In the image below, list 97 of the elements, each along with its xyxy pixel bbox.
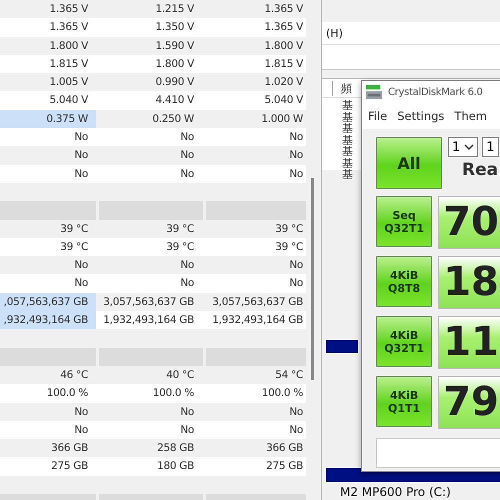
- table-cell-text: No: [179, 130, 195, 146]
- column-header: Rea: [461, 160, 499, 180]
- menu-item[interactable]: File: [368, 109, 388, 123]
- list-item[interactable]: 基: [342, 100, 353, 112]
- result-value: 79: [438, 376, 500, 429]
- table-cell-text: No: [73, 148, 89, 164]
- table-cell-text: 1,932,493,164 GB: [211, 313, 304, 328]
- table-cell-text: 39 °C: [165, 222, 195, 237]
- table-cell-text: No: [179, 276, 195, 292]
- table-cell-text: No: [73, 276, 89, 292]
- table-cell-text: 39 °C: [274, 240, 304, 255]
- table-cell-text: 275 GB: [265, 459, 304, 474]
- table-cell-text: 39 °C: [165, 240, 195, 255]
- test-button[interactable]: 4KiB Q8T8: [376, 256, 432, 307]
- table-cell-text: 3,057,563,637 GB: [211, 294, 304, 310]
- table-cell-text: 4.410 V: [154, 93, 195, 108]
- table-cell-text: No: [179, 148, 195, 164]
- table-cell-text: No: [73, 422, 89, 438]
- table-cell-text: No: [179, 258, 195, 274]
- disk-icon: [365, 84, 383, 100]
- list-item[interactable]: 基: [342, 112, 353, 123]
- table-cell-text: 100.0 %: [152, 386, 195, 402]
- table-cell: 0.375 W: [0, 110, 96, 128]
- table-cell-text: 54 °C: [274, 368, 304, 383]
- table-cell-text: 1.365 V: [48, 2, 89, 17]
- table-cell-text: 5.040 V: [48, 93, 89, 108]
- table-cell-text: 1.365 V: [264, 20, 304, 36]
- column-header[interactable]: 頻: [332, 80, 352, 96]
- table-cell-text: 1.365 V: [48, 20, 89, 36]
- test-button[interactable]: Seq Q32T1: [376, 196, 432, 247]
- table-cell-text: 1.020 V: [264, 75, 304, 90]
- table-cell-text: 275 GB: [50, 459, 89, 474]
- table-cell-text: 1.800 V: [264, 38, 304, 54]
- table-cell: ,057,563,637 GB: [0, 292, 96, 312]
- menu-item[interactable]: Them: [454, 109, 488, 123]
- table-cell-text: No: [288, 130, 304, 146]
- table-cell-text: No: [73, 166, 89, 182]
- table-cell-text: 366 GB: [265, 441, 304, 456]
- list-item[interactable]: 基: [342, 158, 353, 169]
- window-title: CrystalDiskMark 6.0: [388, 86, 483, 98]
- list-item[interactable]: 基: [342, 146, 353, 158]
- menu-item[interactable]: Settings: [397, 109, 444, 123]
- dropdown[interactable]: 1: [482, 137, 499, 157]
- table-cell-text: 1.815 V: [48, 56, 89, 72]
- table-cell-text: 5.040 V: [264, 93, 304, 108]
- table-cell-text: No: [179, 422, 195, 438]
- table-cell-text: 3,057,563,637 GB: [102, 294, 195, 310]
- table-cell-text: 1.005 V: [48, 75, 89, 90]
- table-cell-text: 1.800 V: [154, 56, 195, 72]
- table-cell-text: No: [288, 404, 304, 420]
- table-cell: ,932,493,164 GB: [0, 311, 96, 330]
- table-cell-text: 46 °C: [59, 368, 89, 383]
- table-cell-text: No: [73, 404, 89, 420]
- list-item[interactable]: 基: [342, 169, 353, 180]
- drive-label: M2 MP600 Pro (C:): [340, 485, 451, 499]
- scrollbar-thumb[interactable]: [311, 178, 314, 380]
- comment-field[interactable]: [376, 438, 500, 468]
- table-cell-text: No: [179, 166, 195, 182]
- table-cell-text: No: [288, 422, 304, 438]
- table-cell-text: No: [288, 276, 304, 292]
- list-item[interactable]: 基: [342, 123, 353, 134]
- table-cell-text: 100.0 %: [46, 386, 89, 402]
- dropdown[interactable]: 1: [448, 137, 478, 157]
- table-cell-text: 1.800 V: [48, 38, 89, 54]
- result-value: 11: [438, 316, 500, 369]
- table-cell-text: 258 GB: [156, 441, 195, 456]
- menu-item[interactable]: (H): [326, 26, 343, 40]
- result-value: 18: [438, 256, 500, 309]
- table-cell-text: No: [288, 258, 304, 274]
- table-cell-text: 1,932,493,164 GB: [102, 313, 195, 328]
- table-cell-text: 1.365 V: [264, 2, 304, 17]
- table-cell-text: 1.000 W: [260, 112, 304, 127]
- table-cell-text: 0.250 W: [151, 112, 195, 127]
- table-cell-text: No: [73, 258, 89, 274]
- table-cell-text: 40 °C: [165, 368, 195, 383]
- test-button[interactable]: 4KiB Q1T1: [376, 376, 432, 427]
- table-cell-text: 1.215 V: [154, 2, 195, 17]
- table-cell-text: 100.0 %: [260, 386, 304, 402]
- table-cell-text: No: [179, 404, 195, 420]
- table-cell-text: 39 °C: [274, 222, 304, 237]
- chevron-down-icon: [464, 144, 474, 150]
- table-cell-text: 0.990 V: [154, 75, 195, 90]
- table-cell-text: 1.815 V: [264, 56, 304, 72]
- test-button[interactable]: 4KiB Q32T1: [376, 316, 432, 367]
- table-cell-text: No: [288, 166, 304, 182]
- table-cell-text: 39 °C: [59, 240, 89, 255]
- list-item[interactable]: 基: [342, 134, 353, 146]
- table-cell-text: No: [73, 130, 89, 146]
- table-cell-text: 39 °C: [59, 222, 89, 237]
- all-button[interactable]: All: [376, 137, 442, 189]
- table-cell-text: 1.350 V: [154, 20, 195, 36]
- table-cell-text: 366 GB: [50, 441, 89, 456]
- table-cell-text: No: [288, 148, 304, 164]
- result-value: 70: [438, 196, 500, 249]
- partition-bar: [326, 340, 358, 353]
- table-cell-text: 180 GB: [156, 459, 195, 474]
- table-cell-text: 1.590 V: [154, 38, 195, 54]
